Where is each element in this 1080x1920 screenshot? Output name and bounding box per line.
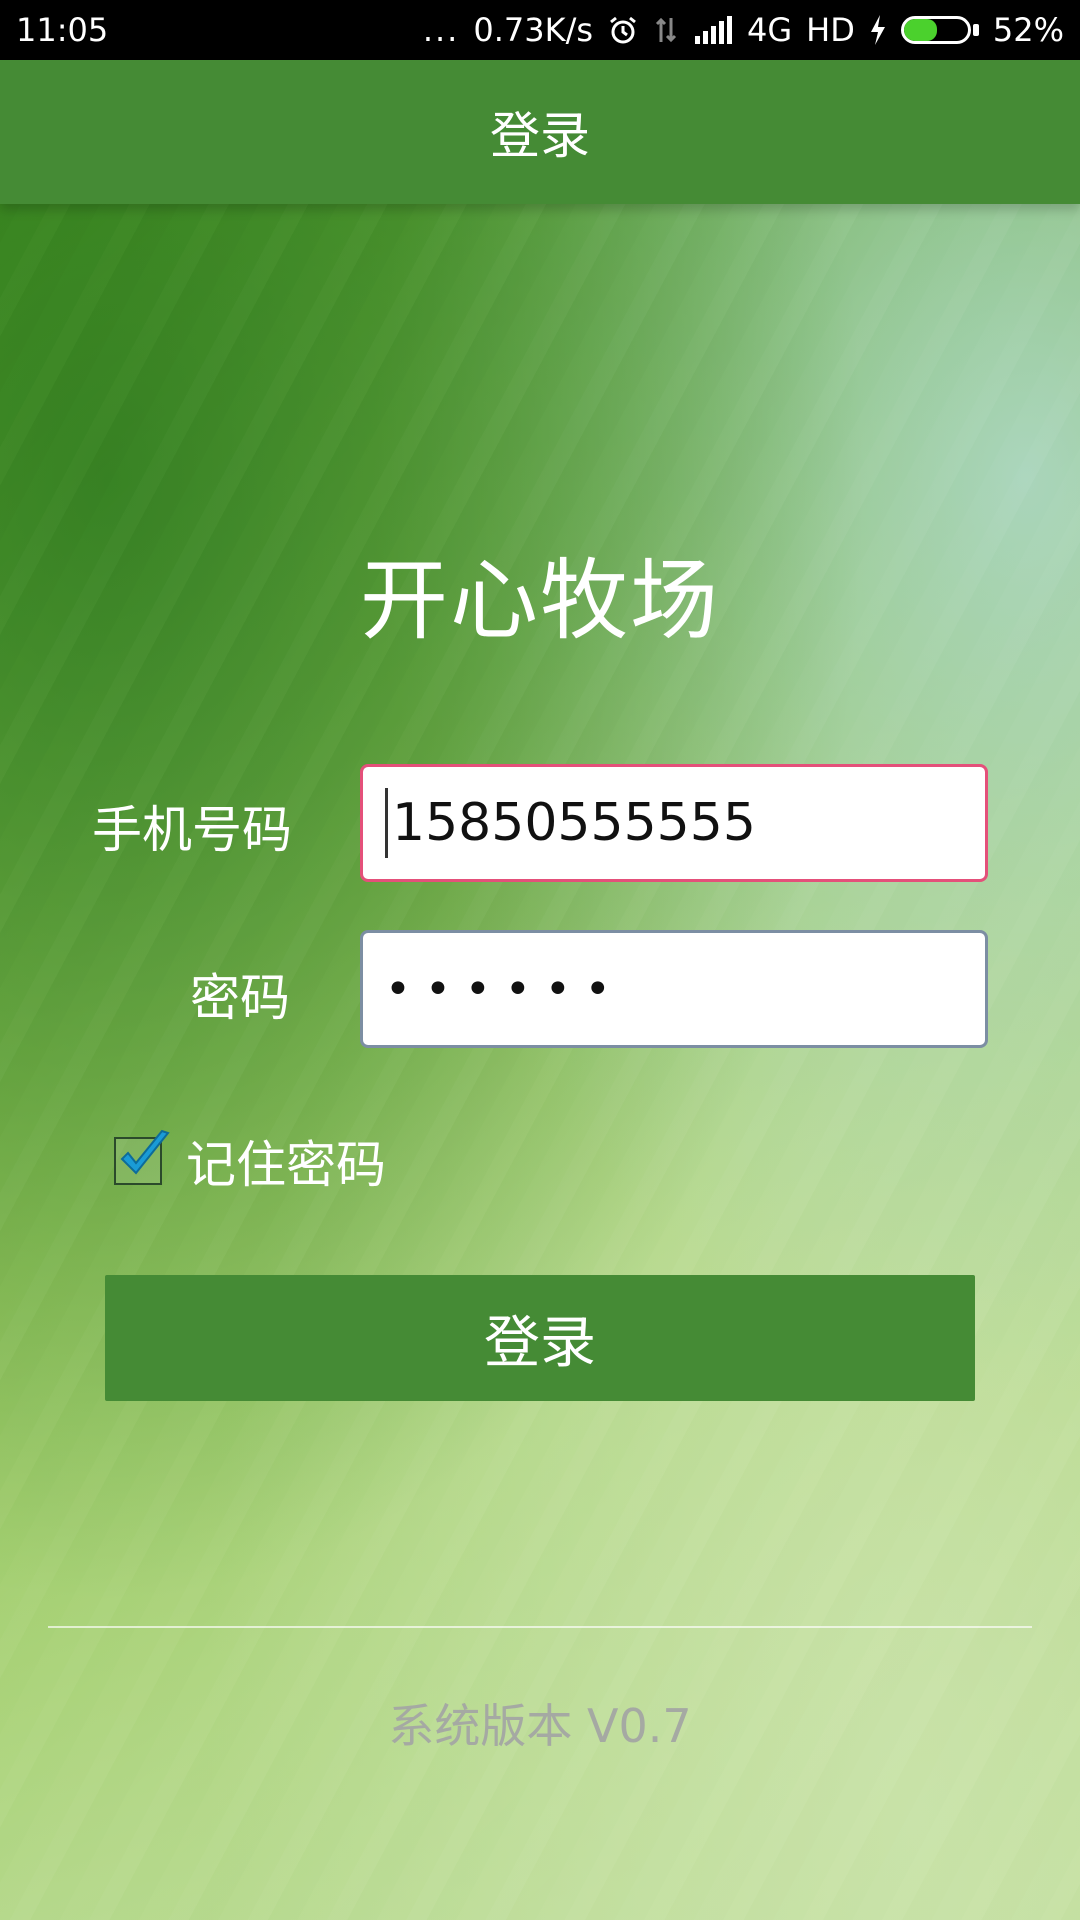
remember-checkbox[interactable]	[114, 1129, 170, 1185]
remember-label: 记住密码	[186, 1136, 386, 1194]
battery-percent: 52%	[992, 11, 1064, 49]
app-title: 开心牧场	[359, 549, 720, 652]
login-button-label: 登录	[484, 1310, 596, 1376]
check-icon	[120, 1129, 170, 1175]
status-bar: 11:05 ... 0.73K/s 4G HD 52%	[0, 0, 1080, 60]
app-bar-title: 登录	[490, 107, 590, 165]
signal-icon	[693, 16, 733, 44]
status-time: 11:05	[16, 11, 109, 49]
remember-password[interactable]: 记住密码	[114, 1125, 386, 1197]
password-input[interactable]: ••••••	[360, 930, 988, 1048]
password-label: 密码	[190, 969, 290, 1027]
login-screen: 11:05 ... 0.73K/s 4G HD 52% 登录 开心牧场 手机号码…	[0, 0, 1080, 1920]
alarm-icon	[607, 14, 639, 46]
phone-label: 手机号码	[92, 801, 292, 859]
phone-input[interactable]: 15850555555	[360, 764, 988, 882]
network-type: 4G	[747, 11, 793, 49]
more-dots: ...	[422, 11, 460, 49]
version-text: 系统版本 V0.7	[388, 1699, 692, 1753]
battery-level-fill	[903, 19, 938, 41]
login-button[interactable]: 登录	[105, 1275, 975, 1401]
hd-indicator: HD	[806, 11, 855, 49]
charging-icon	[869, 15, 887, 45]
status-icons: ... 0.73K/s 4G HD 52%	[423, 11, 1064, 49]
phone-value: 15850555555	[392, 793, 756, 853]
app-bar: 登录	[0, 60, 1080, 204]
divider	[48, 1626, 1032, 1628]
data-arrows-icon	[653, 14, 679, 46]
net-speed: 0.73K/s	[473, 11, 594, 49]
text-caret	[385, 788, 388, 858]
battery-icon	[900, 16, 979, 44]
password-value: ••••••	[385, 963, 625, 1015]
